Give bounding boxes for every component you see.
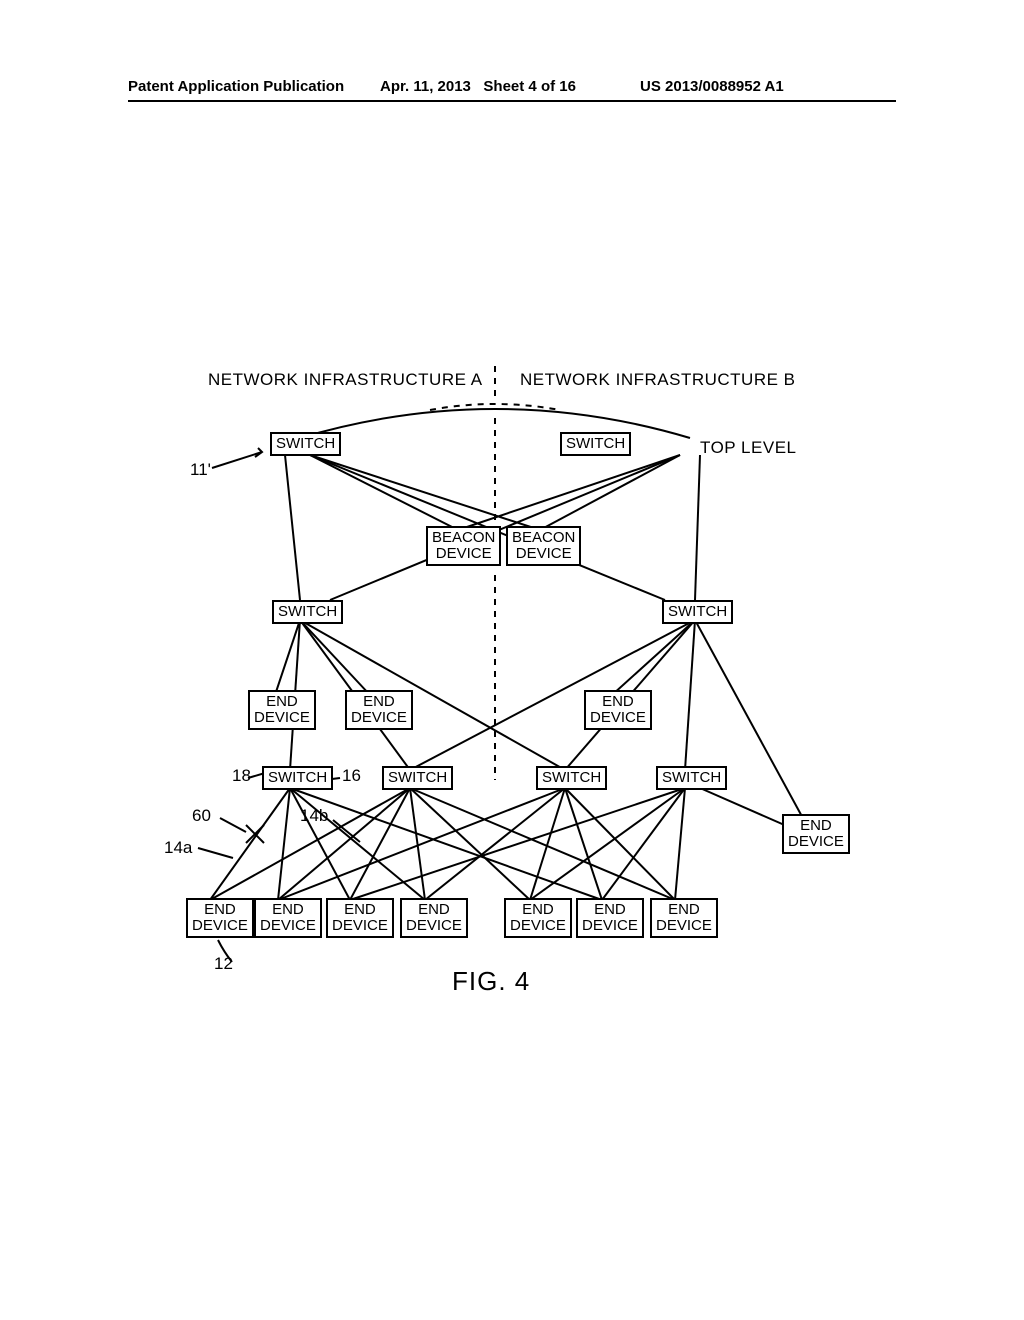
- node-beacon-b: BEACON DEVICE: [506, 526, 581, 566]
- node-end-bot-1: END DEVICE: [186, 898, 254, 938]
- node-switch-top-b: SWITCH: [560, 432, 631, 456]
- node-end-bot-3: END DEVICE: [326, 898, 394, 938]
- node-switch-mid-b: SWITCH: [662, 600, 733, 624]
- node-end-bot-2: END DEVICE: [254, 898, 322, 938]
- ref-14a: 14a: [164, 838, 192, 858]
- node-beacon-a: BEACON DEVICE: [426, 526, 501, 566]
- diagram-wires: [0, 0, 1024, 1320]
- node-end-bot-5: END DEVICE: [504, 898, 572, 938]
- node-end-bot-6: END DEVICE: [576, 898, 644, 938]
- node-switch-low-2: SWITCH: [382, 766, 453, 790]
- ref-14b: 14b: [300, 806, 328, 826]
- ref-12: 12: [214, 954, 233, 974]
- node-switch-low-3: SWITCH: [536, 766, 607, 790]
- node-end-mid-2: END DEVICE: [345, 690, 413, 730]
- node-end-mid-3: END DEVICE: [584, 690, 652, 730]
- node-switch-mid-a: SWITCH: [272, 600, 343, 624]
- ref-16: 16: [342, 766, 361, 786]
- ref-60: 60: [192, 806, 211, 826]
- node-switch-top-a: SWITCH: [270, 432, 341, 456]
- ref-11-prime: 11': [190, 460, 211, 480]
- node-switch-low-4: SWITCH: [656, 766, 727, 790]
- node-end-bot-4: END DEVICE: [400, 898, 468, 938]
- node-end-bot-7: END DEVICE: [650, 898, 718, 938]
- node-switch-low-1: SWITCH: [262, 766, 333, 790]
- patent-figure-page: Patent Application Publication Apr. 11, …: [0, 0, 1024, 1320]
- node-end-mid-1: END DEVICE: [248, 690, 316, 730]
- node-end-right: END DEVICE: [782, 814, 850, 854]
- ref-18: 18: [232, 766, 251, 786]
